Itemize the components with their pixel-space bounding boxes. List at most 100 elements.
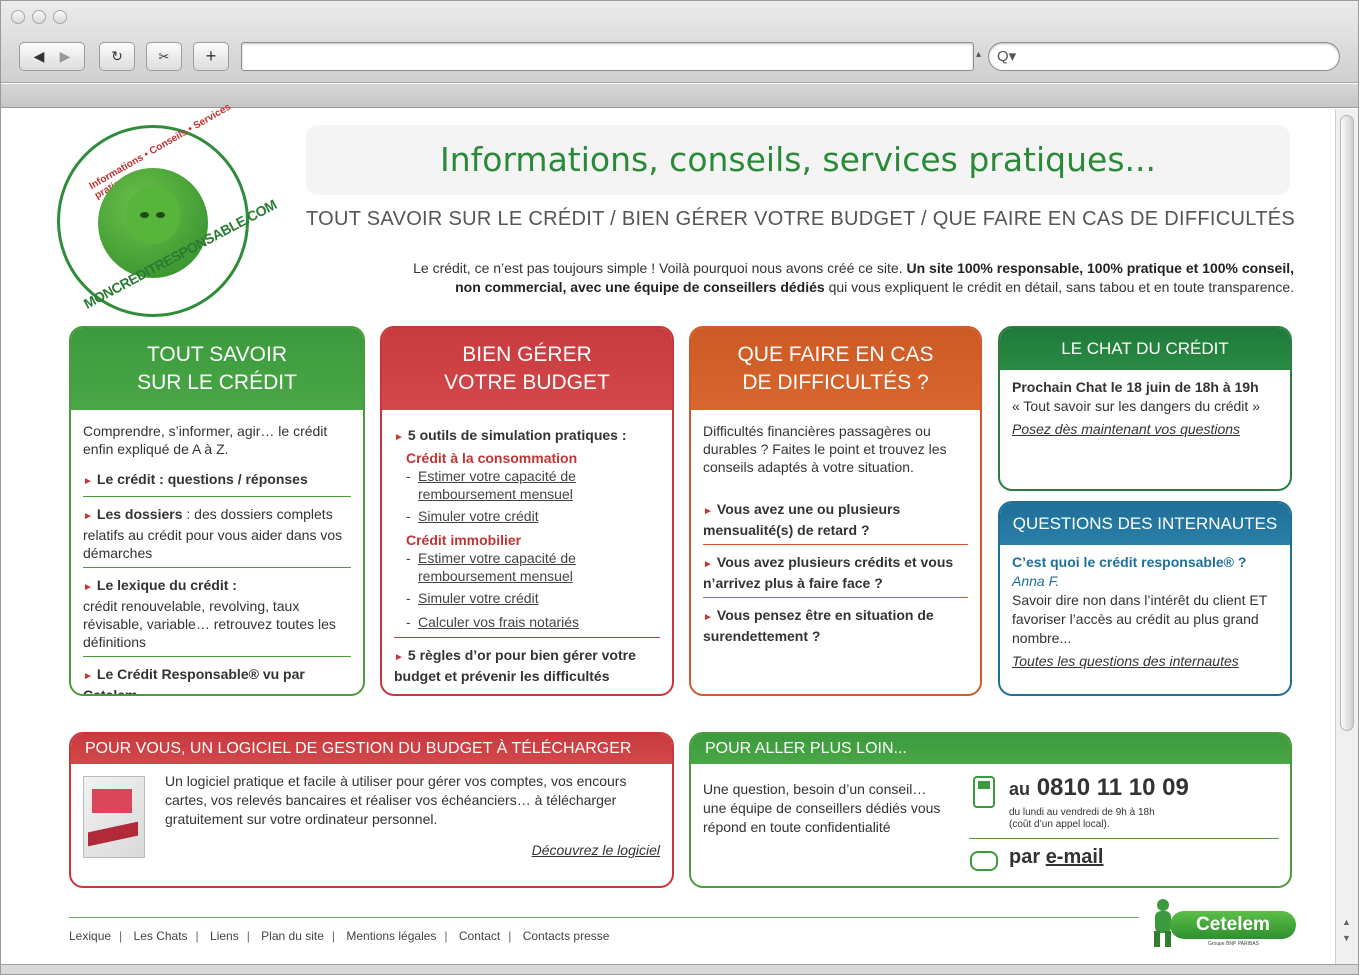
panel-intro: Comprendre, s’informer, agir… le crédit … <box>83 423 328 457</box>
link-desc: crédit renouvelable, revolving, taux rév… <box>83 598 336 650</box>
footer-link-mentions[interactable]: Mentions légales <box>346 929 436 943</box>
close-window-button[interactable] <box>11 10 25 24</box>
minimize-window-button[interactable] <box>32 10 46 24</box>
footer-links: Lexique | Les Chats | Liens | Plan du site |… <box>69 929 610 943</box>
address-dropdown-icon[interactable]: ▴ <box>976 49 981 60</box>
intro-bold2: non commercial, avec une équipe de conse… <box>455 279 825 295</box>
panel-aller-plus-loin: POUR ALLER PLUS LOIN... Une question, be… <box>689 732 1292 888</box>
intro-part2: qui vous expliquent le crédit en détail,… <box>824 279 1294 295</box>
chat-date: Prochain Chat le 18 juin de 18h à 19h <box>1012 379 1259 395</box>
link-capacite-conso[interactable]: Estimer votre capacité de remboursement … <box>406 467 660 503</box>
cetelem-logo[interactable]: Cetelem Groupe BNP PARIBAS <box>1148 897 1296 953</box>
panel-tout-savoir-title[interactable]: TOUT SAVOIR SUR LE CRÉDIT <box>71 328 363 410</box>
questions-title[interactable]: QUESTIONS DES INTERNAUTES <box>1000 503 1290 545</box>
mascot-face <box>126 186 180 244</box>
chat-title[interactable]: LE CHAT DU CRÉDIT <box>1000 328 1290 370</box>
status-bar <box>1 964 1358 974</box>
panel-budget-title[interactable]: BIEN GÉRER VOTRE BUDGET <box>382 328 672 410</box>
link-regles-or[interactable]: ► 5 règles d’or pour bien gérer votre bud… <box>394 646 660 685</box>
link-label: Le lexique du crédit : <box>96 577 237 593</box>
panel-difficultes: QUE FAIRE EN CAS DE DIFFICULTÉS ? Diffic… <box>689 326 982 696</box>
software-box-image[interactable] <box>83 776 145 858</box>
footer-link-lexique[interactable]: Lexique <box>69 929 111 943</box>
envelope-icon <box>970 851 998 871</box>
panel-logiciel: POUR VOUS, UN LOGICIEL DE GESTION DU BUD… <box>69 732 674 888</box>
back-arrow-icon[interactable]: ◀ <box>26 48 52 65</box>
link-retard[interactable]: ► Vous avez une ou plusieurs mensualité(s… <box>703 500 968 539</box>
browser-window: ◀ ▶ ↻ ✂ + ▴ Q▾ Informations • Conseils •… <box>0 0 1359 975</box>
panel-questions: QUESTIONS DES INTERNAUTES C’est quoi le … <box>998 501 1292 696</box>
link-dossiers[interactable]: ► Les dossiers : des dossiers complets re… <box>83 505 351 562</box>
link-capacite-immo[interactable]: Estimer votre capacité de remboursement … <box>406 549 660 585</box>
email-prefix: par <box>1009 846 1041 868</box>
link-label: Vous pensez être en situation de surende… <box>703 607 934 644</box>
page-subtitle: TOUT SAVOIR SUR LE CRÉDIT / BIEN GÉRER V… <box>306 208 1296 230</box>
link-simuler-immo[interactable]: Simuler votre crédit <box>406 589 660 607</box>
intro-text: Le crédit, ce n’est pas toujours simple … <box>316 259 1294 297</box>
search-icon: Q▾ <box>997 48 1017 65</box>
arrow-icon: ► <box>83 476 93 487</box>
address-bar[interactable] <box>241 42 974 71</box>
link-label: Vous avez plusieurs crédits et vous n’ar… <box>703 554 954 591</box>
link-questions-reponses[interactable]: ► Le crédit : questions / réponses <box>83 470 351 491</box>
immo-title: Crédit immobilier <box>406 532 522 548</box>
arrow-icon: ► <box>703 559 713 570</box>
arrow-icon: ► <box>703 612 713 623</box>
footer-link-contact[interactable]: Contact <box>459 929 500 943</box>
footer-link-presse[interactable]: Contacts presse <box>523 929 610 943</box>
question-author: Anna F. <box>1012 573 1060 589</box>
scroll-up-icon[interactable]: ▲ <box>1342 917 1351 927</box>
arrow-icon: ► <box>83 671 93 682</box>
title-line: QUE FAIRE EN CAS <box>737 343 934 366</box>
footer-link-liens[interactable]: Liens <box>210 929 239 943</box>
logiciel-text: Un logiciel pratique et facile à utilise… <box>165 773 627 827</box>
arrow-icon: ► <box>394 432 404 443</box>
link-credit-responsable[interactable]: ► Le Crédit Responsable® vu par Cetelem <box>83 665 351 694</box>
link-surendettement[interactable]: ► Vous pensez être en situation de surend… <box>703 606 968 645</box>
title-line: TOUT SAVOIR <box>146 343 288 366</box>
email-link[interactable]: par e-mail <box>1009 846 1104 869</box>
vertical-scrollbar[interactable]: ▲ ▼ <box>1335 109 1358 966</box>
mascot-eye <box>140 212 149 218</box>
question-link[interactable]: C’est quoi le crédit responsable® ? <box>1012 553 1278 572</box>
title-line: DE DIFFICULTÉS ? <box>742 371 929 394</box>
forward-arrow-icon[interactable]: ▶ <box>52 48 78 65</box>
panel-difficultes-title[interactable]: QUE FAIRE EN CAS DE DIFFICULTÉS ? <box>691 328 980 410</box>
browser-toolbar: ◀ ▶ ↻ ✂ + ▴ Q▾ <box>1 1 1358 83</box>
title-line: SUR LE CRÉDIT <box>137 371 297 394</box>
all-questions-link[interactable]: Toutes les questions des internautes <box>1012 652 1278 671</box>
phone-number[interactable]: au 0810 11 10 09 <box>1009 774 1189 802</box>
chat-questions-link[interactable]: Posez dès maintenant vos questions <box>1012 420 1278 439</box>
reload-icon: ↻ <box>111 48 123 64</box>
aller-plus-loin-text: Une question, besoin d’un conseil… une é… <box>703 781 941 835</box>
panel-budget: BIEN GÉRER VOTRE BUDGET ► 5 outils de sim… <box>380 326 674 696</box>
add-bookmark-button[interactable]: + <box>193 42 229 71</box>
zoom-window-button[interactable] <box>53 10 67 24</box>
tools-heading: ► 5 outils de simulation pratiques : <box>394 426 660 447</box>
search-field[interactable]: Q▾ <box>988 42 1340 71</box>
logiciel-title[interactable]: POUR VOUS, UN LOGICIEL DE GESTION DU BUD… <box>71 734 672 764</box>
mascot-eye <box>156 212 165 218</box>
reload-button[interactable]: ↻ <box>99 42 135 71</box>
scroll-thumb[interactable] <box>1340 115 1354 731</box>
tools-label: 5 outils de simulation pratiques : <box>407 427 627 443</box>
panel-intro: Difficultés financières passagères ou du… <box>703 423 947 475</box>
logiciel-link[interactable]: Découvrez le logiciel <box>532 842 660 858</box>
link-plusieurs-credits[interactable]: ► Vous avez plusieurs crédits et vous n’a… <box>703 553 968 592</box>
footer-link-plan[interactable]: Plan du site <box>261 929 324 943</box>
snapback-button[interactable]: ✂ <box>146 42 182 71</box>
software-box-art <box>92 789 132 813</box>
link-lexique[interactable]: ► Le lexique du crédit : crédit renouvelab… <box>83 576 351 651</box>
panel-chat: LE CHAT DU CRÉDIT Prochain Chat le 18 ju… <box>998 326 1292 491</box>
site-logo[interactable]: Informations • Conseils • Services prati… <box>57 102 279 317</box>
link-label: Vous avez une ou plusieurs mensualité(s)… <box>703 501 901 538</box>
intro-part1: Le crédit, ce n’est pas toujours simple … <box>413 260 907 276</box>
link-frais-notaries[interactable]: Calculer vos frais notariés <box>406 613 660 631</box>
cetelem-brand: Cetelem <box>1170 911 1296 939</box>
footer-link-chats[interactable]: Les Chats <box>134 929 188 943</box>
scroll-down-icon[interactable]: ▼ <box>1342 933 1351 943</box>
phone-value: 0810 11 10 09 <box>1036 774 1189 801</box>
back-forward-buttons[interactable]: ◀ ▶ <box>19 42 85 71</box>
link-simuler-conso[interactable]: Simuler votre crédit <box>406 507 660 525</box>
aller-plus-loin-title[interactable]: POUR ALLER PLUS LOIN... <box>691 734 1290 764</box>
